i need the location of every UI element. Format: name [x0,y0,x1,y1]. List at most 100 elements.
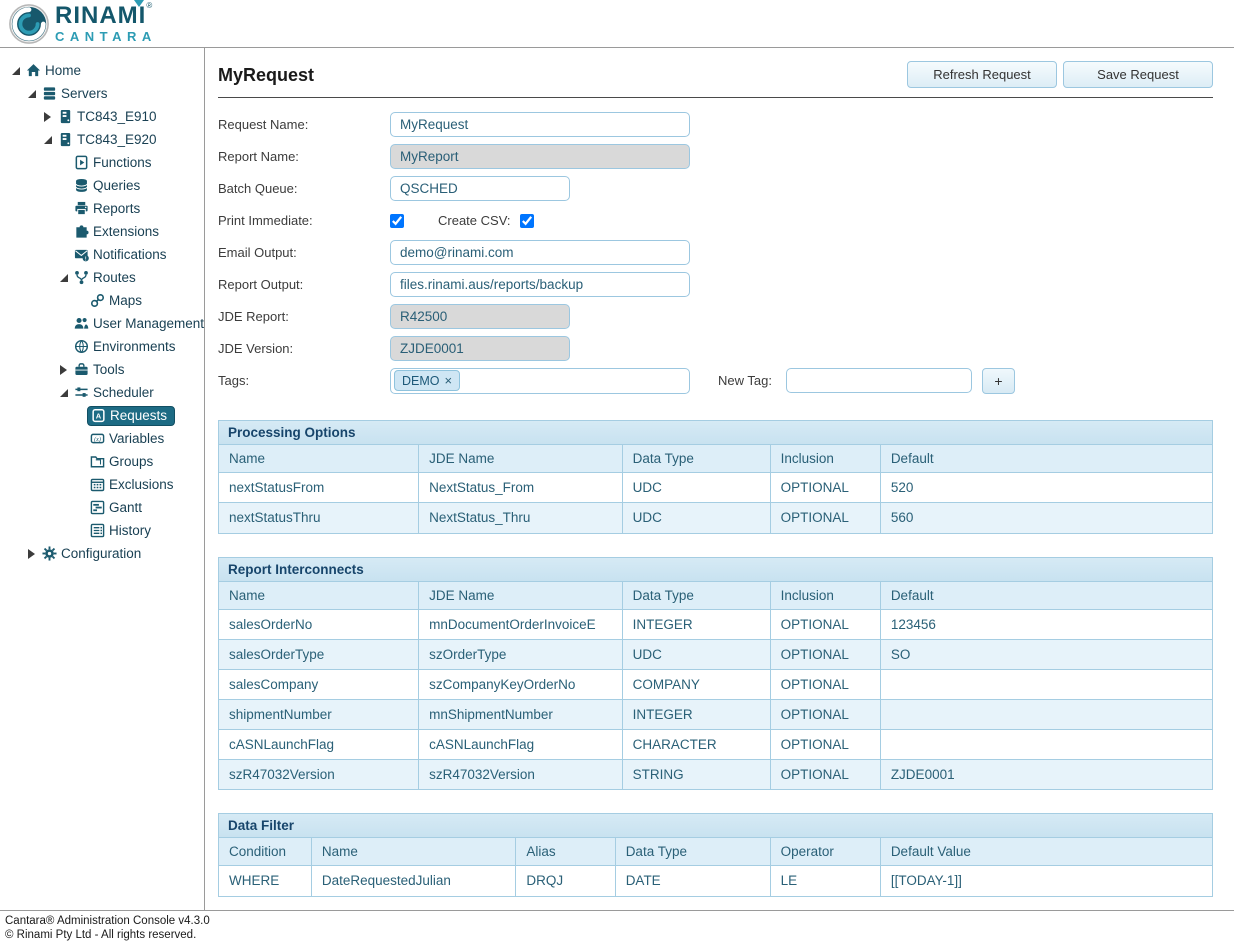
sidebar-item-functions[interactable]: Functions [0,151,204,174]
tree-expander-icon[interactable] [40,136,55,144]
sidebar-item-scheduler[interactable]: Scheduler [0,381,204,404]
tree-expander-icon[interactable] [40,112,55,122]
report-output-input[interactable] [390,272,690,297]
column-header-data-type: Data Type [622,582,770,610]
data-filter-table: Data FilterConditionNameAliasData TypeOp… [218,813,1213,897]
tree-expander-icon[interactable] [8,67,23,75]
tag-remove-icon[interactable]: × [445,373,453,388]
sidebar-item-label: Configuration [61,546,141,561]
sidebar-item-label: Routes [93,270,136,285]
column-header-jde-name: JDE Name [419,445,623,473]
column-header-operator: Operator [770,838,880,866]
sidebar-item-variables[interactable]: (x)Variables [0,427,204,450]
table-row[interactable]: salesCompanyszCompanyKeyOrderNoCOMPANYOP… [219,669,1212,699]
new-tag-input[interactable] [786,368,972,393]
report-name-input [390,144,690,169]
batch-queue-input[interactable] [390,176,570,201]
tree-expander-icon[interactable] [24,549,39,559]
table-row[interactable]: nextStatusThruNextStatus_ThruUDCOPTIONAL… [219,503,1212,533]
navigation-tree: HomeServersTC843_E910 TC843_E920 Functions… [0,48,205,910]
sidebar-item-maps[interactable]: Maps [0,289,204,312]
request-name-input[interactable] [390,112,690,137]
tree-expander-icon[interactable] [56,274,71,282]
sidebar-item-exclusions[interactable]: Exclusions [0,473,204,496]
table-cell: DRQJ [516,866,615,896]
table-cell: mnDocumentOrderInvoiceE [419,609,623,639]
tables-area: Processing OptionsNameJDE NameData TypeI… [218,420,1213,897]
jde-version-input [390,336,570,361]
printer-icon [73,201,90,217]
table-cell: NextStatus_Thru [419,503,623,533]
table-title: Report Interconnects [219,558,1212,582]
sidebar-item-tc843-e910[interactable]: TC843_E910 [0,105,204,128]
sidebar-item-requests[interactable]: ARequests [0,404,204,427]
report-name-label: Report Name: [218,149,390,164]
create-csv-checkbox[interactable] [520,214,534,228]
report-interconnects-table: Report InterconnectsNameJDE NameData Typ… [218,557,1213,791]
table-row[interactable]: salesOrderNomnDocumentOrderInvoiceEINTEG… [219,609,1212,639]
sidebar-item-environments[interactable]: Environments [0,335,204,358]
table-cell: cASNLaunchFlag [419,729,623,759]
tree-expander-icon[interactable] [56,389,71,397]
sidebar-item-groups[interactable]: Groups [0,450,204,473]
add-tag-button[interactable]: + [982,368,1015,394]
table-row[interactable]: nextStatusFromNextStatus_FromUDCOPTIONAL… [219,473,1212,503]
sidebar-item-tools[interactable]: Tools [0,358,204,381]
sidebar-item-history[interactable]: History [0,519,204,542]
sidebar-item-configuration[interactable]: Configuration [0,542,204,565]
sidebar-item-user-management[interactable]: User Management [0,312,204,335]
table-cell: SO [880,639,1212,669]
jde-report-input [390,304,570,329]
logo-triangle-icon [134,0,144,7]
sidebar-item-label: TC843_E920 [77,132,157,147]
sidebar-item-notifications[interactable]: !Notifications [0,243,204,266]
tree-expander-icon[interactable] [24,90,39,98]
sidebar-item-gantt[interactable]: Gantt [0,496,204,519]
table-cell: INTEGER [622,609,770,639]
batch-queue-label: Batch Queue: [218,181,390,196]
table-cell: WHERE [219,866,311,896]
sidebar-item-label: Variables [109,431,164,446]
column-header-name: Name [219,445,419,473]
tree-expander-icon[interactable] [56,365,71,375]
sidebar-item-queries[interactable]: Queries [0,174,204,197]
table-cell: OPTIONAL [770,503,880,533]
sidebar-item-label: Reports [93,201,140,216]
folder-icon [89,454,106,470]
sidebar-item-label: Environments [93,339,176,354]
table-title: Data Filter [219,814,1212,838]
sidebar-item-reports[interactable]: Reports [0,197,204,220]
sidebar-item-home[interactable]: Home [0,59,204,82]
table-cell: OPTIONAL [770,729,880,759]
column-header-default: Default [880,445,1212,473]
sidebar-item-tc843-e920[interactable]: TC843_E920 [0,128,204,151]
table-row[interactable]: shipmentNumbermnShipmentNumberINTEGEROPT… [219,699,1212,729]
sidebar-item-routes[interactable]: Routes [0,266,204,289]
toolbox-icon [73,362,90,378]
tags-label: Tags: [218,373,390,388]
logo-swirl-icon [8,3,50,45]
print-immediate-checkbox[interactable] [390,214,404,228]
tags-input[interactable]: DEMO × [390,368,690,394]
table-cell: nextStatusFrom [219,473,419,503]
globe-icon [73,339,90,355]
refresh-request-button[interactable]: Refresh Request [907,61,1057,88]
sidebar-item-label: Maps [109,293,142,308]
tag-chip-text: DEMO [402,374,440,388]
create-csv-label: Create CSV: [438,213,511,228]
table-row[interactable]: cASNLaunchFlagcASNLaunchFlagCHARACTEROPT… [219,729,1212,759]
table-row[interactable]: WHEREDateRequestedJulianDRQJDATELE[[TODA… [219,866,1212,896]
table-cell: szOrderType [419,639,623,669]
table-cell [880,699,1212,729]
table-row[interactable]: salesOrderTypeszOrderTypeUDCOPTIONALSO [219,639,1212,669]
column-header-data-type: Data Type [615,838,770,866]
home-icon [25,63,42,79]
table-row[interactable]: szR47032VersionszR47032VersionSTRINGOPTI… [219,759,1212,789]
email-output-input[interactable] [390,240,690,265]
table-cell: CHARACTER [622,729,770,759]
column-header-condition: Condition [219,838,311,866]
sidebar-item-servers[interactable]: Servers [0,82,204,105]
sidebar-item-extensions[interactable]: Extensions [0,220,204,243]
save-request-button[interactable]: Save Request [1063,61,1213,88]
column-header-name: Name [219,582,419,610]
